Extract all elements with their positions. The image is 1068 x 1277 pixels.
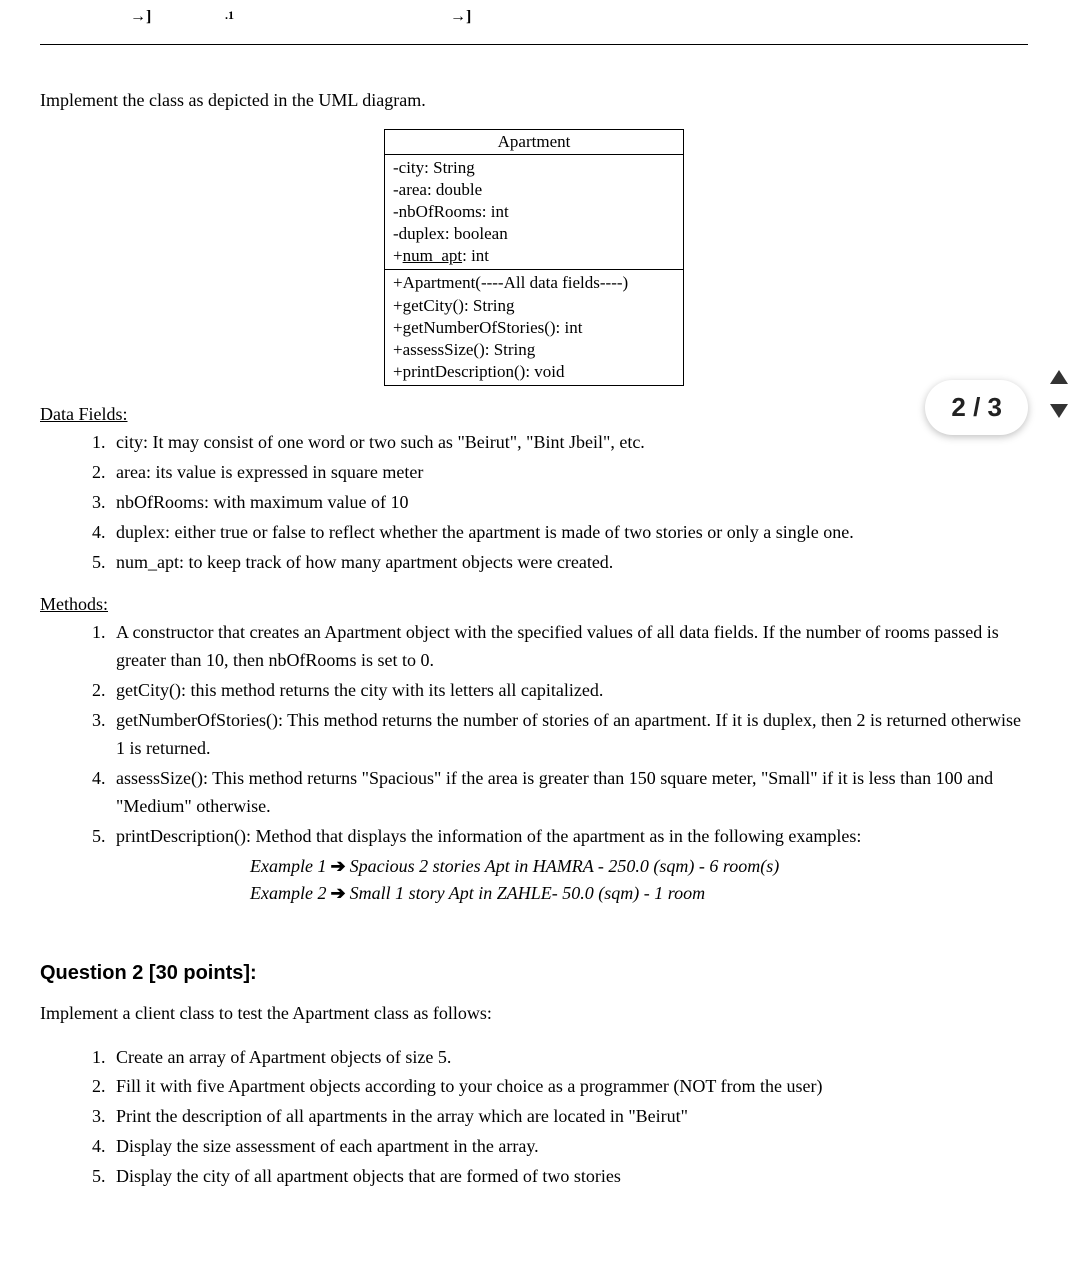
uml-method: +getCity(): String <box>393 295 675 317</box>
data-fields-list: city: It may consist of one word or two … <box>110 429 1028 576</box>
q2-list: Create an array of Apartment objects of … <box>110 1044 1028 1191</box>
list-item: area: its value is expressed in square m… <box>110 459 1028 487</box>
example-line-2: Example 2➔Small 1 story Apt in ZAHLE- 50… <box>250 880 1028 907</box>
list-item: Fill it with five Apartment objects acco… <box>110 1073 1028 1101</box>
arrow-icon: ➔ <box>330 883 345 903</box>
top-bar: →] .1 →] <box>40 0 1028 45</box>
list-item: nbOfRooms: with maximum value of 10 <box>110 489 1028 517</box>
uml-field: -duplex: boolean <box>393 223 675 245</box>
methods-heading: Methods: <box>40 594 1028 615</box>
uml-methods-section: +Apartment(----All data fields----) +get… <box>385 270 683 384</box>
uml-method: +getNumberOfStories(): int <box>393 317 675 339</box>
page-up-icon[interactable] <box>1050 370 1068 384</box>
list-item: Display the size assessment of each apar… <box>110 1133 1028 1161</box>
uml-field: -city: String <box>393 157 675 179</box>
uml-class-box: Apartment -city: String -area: double -n… <box>384 129 684 386</box>
uml-method: +assessSize(): String <box>393 339 675 361</box>
header-mark-2: .1 <box>225 8 234 23</box>
methods-list: A constructor that creates an Apartment … <box>110 619 1028 850</box>
list-item: getCity(): this method returns the city … <box>110 677 1028 705</box>
list-item: getNumberOfStories(): This method return… <box>110 707 1028 763</box>
page-indicator: 2 / 3 <box>925 380 1028 435</box>
uml-field: -area: double <box>393 179 675 201</box>
page-down-icon[interactable] <box>1050 404 1068 418</box>
header-mark-3: →] <box>450 8 471 26</box>
uml-fields-section: -city: String -area: double -nbOfRooms: … <box>385 155 683 270</box>
question-2-title: Question 2 [30 points]: <box>40 962 1028 985</box>
list-item: printDescription(): Method that displays… <box>110 823 1028 851</box>
list-item: A constructor that creates an Apartment … <box>110 619 1028 675</box>
uml-method: +Apartment(----All data fields----) <box>393 272 675 294</box>
uml-class-name: Apartment <box>385 130 683 155</box>
intro-text: Implement the class as depicted in the U… <box>40 90 1028 111</box>
uml-method: +printDescription(): void <box>393 361 675 383</box>
page-nav-arrows <box>1050 370 1068 418</box>
examples-block: Example 1➔Spacious 2 stories Apt in HAMR… <box>250 853 1028 907</box>
list-item: assessSize(): This method returns "Spaci… <box>110 765 1028 821</box>
list-item: city: It may consist of one word or two … <box>110 429 1028 457</box>
list-item: duplex: either true or false to reflect … <box>110 519 1028 547</box>
list-item: Display the city of all apartment object… <box>110 1163 1028 1191</box>
list-item: Create an array of Apartment objects of … <box>110 1044 1028 1072</box>
list-item: Print the description of all apartments … <box>110 1103 1028 1131</box>
q2-intro: Implement a client class to test the Apa… <box>40 1003 1028 1024</box>
uml-field: -nbOfRooms: int <box>393 201 675 223</box>
example-line-1: Example 1➔Spacious 2 stories Apt in HAMR… <box>250 853 1028 880</box>
uml-field-static: +num_apt: int <box>393 245 675 267</box>
arrow-icon: ➔ <box>330 856 345 876</box>
header-mark-1: →] <box>130 8 151 26</box>
list-item: num_apt: to keep track of how many apart… <box>110 549 1028 577</box>
data-fields-heading: Data Fields: <box>40 404 1028 425</box>
